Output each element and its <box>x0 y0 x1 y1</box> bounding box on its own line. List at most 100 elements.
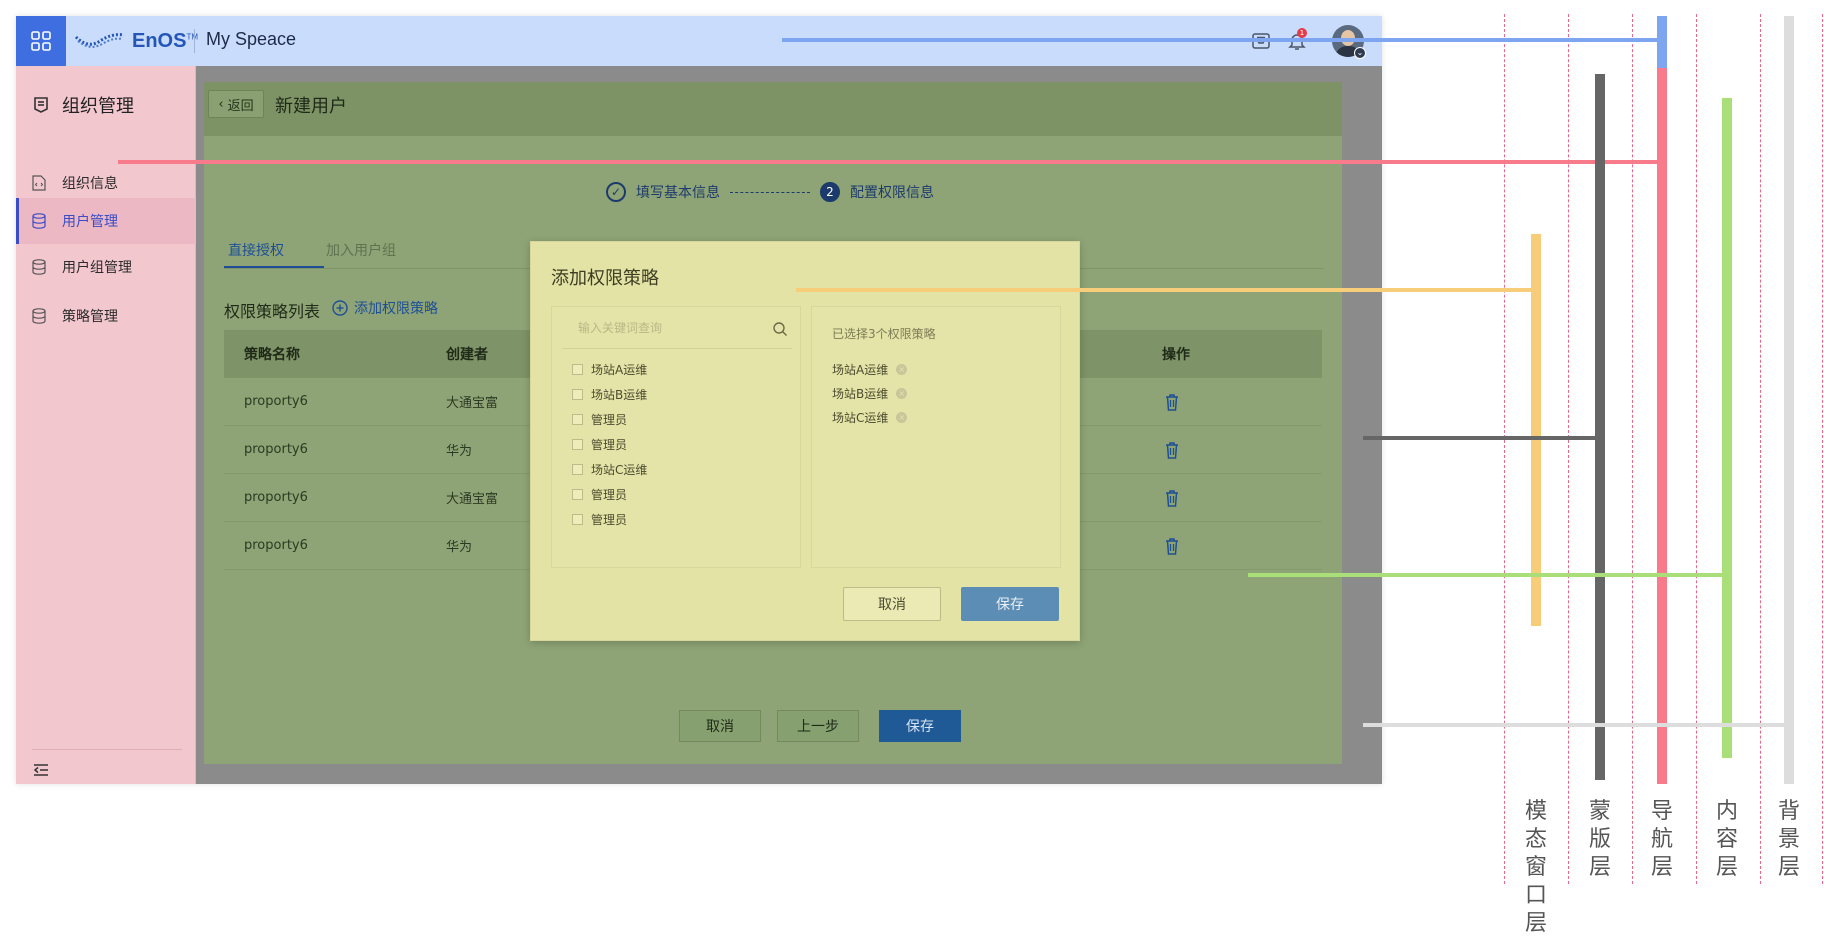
dashed-guide <box>1632 14 1633 884</box>
policy-option[interactable]: 管理员 <box>572 511 627 528</box>
selected-tag: 场站B运维 × <box>832 385 908 402</box>
back-button[interactable]: ‹ 返回 <box>208 90 264 118</box>
checkbox[interactable] <box>572 489 583 500</box>
checkbox[interactable] <box>572 514 583 525</box>
page-title: 新建用户 <box>275 96 347 117</box>
close-icon[interactable]: × <box>896 364 908 375</box>
trash-icon[interactable] <box>1164 489 1180 507</box>
background-layer-connector <box>1363 723 1784 727</box>
creator: 华为 <box>446 444 473 459</box>
step-label: 配置权限信息 <box>850 185 934 201</box>
step-connector <box>730 191 810 193</box>
option-label: 管理员 <box>591 438 628 452</box>
app-window: EnOSTM My Speace 1 ⌄ 组织管理 组织信息 用户管理 用户组管… <box>16 16 1382 784</box>
organization-icon <box>34 97 48 113</box>
sidebar-title: 组织管理 <box>32 92 134 118</box>
search-input[interactable]: 输入关键词查询 <box>562 307 792 349</box>
option-label: 场站C运维 <box>591 463 648 477</box>
stepper: ✓ 填写基本信息 2 配置权限信息 <box>606 182 934 202</box>
checkbox[interactable] <box>572 464 583 475</box>
column-header: 创建者 <box>446 347 488 363</box>
trash-icon[interactable] <box>1164 393 1180 411</box>
nav-layer-bar <box>1657 68 1667 784</box>
column-header: 策略名称 <box>244 347 300 363</box>
content-header: ‹ 返回 新建用户 <box>204 82 1342 136</box>
trash-icon[interactable] <box>1164 537 1180 555</box>
previous-step-button[interactable]: 上一步 <box>777 710 859 742</box>
sidebar: 组织管理 组织信息 用户管理 用户组管理 策略管理 <box>16 66 196 784</box>
tag-label: 场站B运维 <box>832 387 889 401</box>
database-icon <box>32 213 46 229</box>
content-layer-bar <box>1722 98 1732 758</box>
enos-logo: EnOSTM <box>74 28 198 54</box>
background-layer-bar <box>1784 16 1794 784</box>
modal-layer-connector <box>796 288 1531 292</box>
tab-join-user-group[interactable]: 加入用户组 <box>326 240 396 260</box>
envision-wave-icon <box>74 33 125 48</box>
tag-label: 场站A运维 <box>832 363 889 377</box>
dashed-guide <box>1568 14 1569 884</box>
mask-layer-bar <box>1595 74 1605 780</box>
modal-title: 添加权限策略 <box>551 268 659 289</box>
policy-name: proporty6 <box>244 442 308 457</box>
brand-name: EnOS <box>132 29 187 52</box>
sidebar-item-label: 策略管理 <box>62 309 118 325</box>
collapse-sidebar-icon[interactable] <box>32 761 50 779</box>
tab-direct-authorization[interactable]: 直接授权 <box>228 240 284 260</box>
database-icon <box>32 308 46 324</box>
checkbox[interactable] <box>572 389 583 400</box>
policy-option[interactable]: 场站A运维 <box>572 361 647 378</box>
column-header: 操作 <box>1162 347 1190 363</box>
modal-layer-label: 模态窗口层 <box>1524 799 1547 936</box>
add-policy-label: 添加权限策略 <box>354 301 438 317</box>
trash-icon[interactable] <box>1164 441 1180 459</box>
modal-layer-bar <box>1531 234 1541 626</box>
dashed-guide <box>1822 14 1823 884</box>
step-number: 2 <box>820 182 840 202</box>
nav-layer-connector <box>118 160 1657 164</box>
add-policy-button[interactable]: 添加权限策略 <box>332 298 438 318</box>
close-icon[interactable]: × <box>896 412 908 423</box>
policy-option[interactable]: 场站B运维 <box>572 386 647 403</box>
policy-option[interactable]: 管理员 <box>572 411 627 428</box>
modal-cancel-button[interactable]: 取消 <box>843 587 941 621</box>
selected-tag: 场站C运维 × <box>832 409 908 426</box>
selected-count: 已选择3个权限策略 <box>832 327 936 341</box>
creator: 大通宝富 <box>446 396 499 411</box>
mask-layer-label: 蒙版层 <box>1588 799 1611 880</box>
available-policies-panel: 输入关键词查询 场站A运维 场站B运维 管理员 管理员 场站C运维 管理员 管理… <box>551 306 801 568</box>
database-icon <box>32 259 46 275</box>
close-icon[interactable]: × <box>896 388 908 399</box>
save-button[interactable]: 保存 <box>879 710 961 742</box>
modal-save-button[interactable]: 保存 <box>961 587 1059 621</box>
policy-option[interactable]: 管理员 <box>572 486 627 503</box>
selected-tag: 场站A运维 × <box>832 361 908 378</box>
option-label: 管理员 <box>591 488 628 502</box>
sidebar-item-user-group[interactable]: 用户组管理 <box>16 244 196 290</box>
workspace-name[interactable]: My Speace <box>206 29 296 50</box>
creator: 华为 <box>446 540 473 555</box>
checkbox[interactable] <box>572 439 583 450</box>
checkbox[interactable] <box>572 414 583 425</box>
app-launcher-button[interactable] <box>16 16 66 66</box>
active-tab-indicator <box>224 266 324 268</box>
sidebar-title-label: 组织管理 <box>62 96 134 117</box>
policy-option[interactable]: 管理员 <box>572 436 627 453</box>
notification-badge: 1 <box>1297 28 1307 38</box>
sidebar-item-policy[interactable]: 策略管理 <box>16 293 196 339</box>
section-title: 权限策略列表 <box>224 302 321 321</box>
policy-name: proporty6 <box>244 490 308 505</box>
policy-option[interactable]: 场站C运维 <box>572 461 647 478</box>
chevron-left-icon: ‹ <box>218 96 224 112</box>
search-icon[interactable] <box>772 321 788 337</box>
checkbox[interactable] <box>572 364 583 375</box>
background-layer-label: 背景层 <box>1777 799 1800 880</box>
cancel-button[interactable]: 取消 <box>679 710 761 742</box>
divider <box>32 749 182 750</box>
dashed-guide <box>1696 14 1697 884</box>
chevron-down-icon[interactable]: ⌄ <box>1354 47 1366 59</box>
code-file-icon <box>32 175 46 191</box>
mask-layer-connector <box>1363 436 1595 440</box>
nav-layer-connector-top <box>782 38 1657 42</box>
sidebar-item-user-management[interactable]: 用户管理 <box>16 198 196 244</box>
